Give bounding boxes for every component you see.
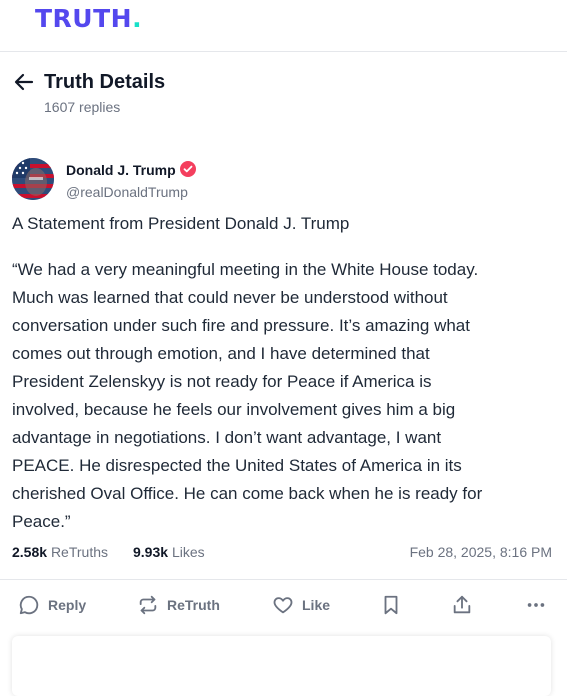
retruths-stat[interactable]: 2.58k ReTruths <box>12 542 108 562</box>
top-bar: TRUTH. <box>0 0 567 52</box>
share-button[interactable] <box>451 590 473 620</box>
divider <box>0 579 567 580</box>
bookmark-icon <box>384 595 398 615</box>
reply-button[interactable]: Reply <box>18 590 86 620</box>
post-title: A Statement from President Donald J. Tru… <box>12 214 350 233</box>
retruth-label: ReTruth <box>167 597 220 613</box>
post-body: “We had a very meaningful meeting in the… <box>12 260 483 531</box>
post-timestamp[interactable]: Feb 28, 2025, 8:16 PM <box>410 542 552 562</box>
share-icon <box>453 595 471 614</box>
author-name[interactable]: Donald J. Trump <box>66 161 176 179</box>
verified-badge-icon <box>180 161 196 177</box>
page-header: Truth Details 1607 replies <box>0 66 567 122</box>
replies-count: 1607 replies <box>44 99 121 115</box>
arrow-left-icon[interactable] <box>12 70 36 94</box>
likes-label: Likes <box>171 544 205 560</box>
post-actions: Reply ReTruth Like <box>0 590 567 620</box>
retruths-count: 2.58k <box>12 544 48 560</box>
heart-icon <box>273 597 293 614</box>
author-handle: @realDonaldTrump <box>66 184 188 200</box>
reply-label: Reply <box>48 597 87 613</box>
like-button[interactable]: Like <box>272 590 330 620</box>
truth-logo[interactable]: TRUTH. <box>35 4 142 34</box>
post-author: Donald J. Trump @realDonaldTrump <box>12 158 552 202</box>
retruth-icon <box>139 595 157 615</box>
page-title: Truth Details <box>44 71 166 93</box>
likes-count: 9.93k <box>133 544 169 560</box>
retruth-button[interactable]: ReTruth <box>137 590 220 620</box>
more-button[interactable] <box>525 590 547 620</box>
reply-card <box>12 636 551 696</box>
reply-icon <box>19 595 39 615</box>
more-icon <box>527 603 545 607</box>
likes-stat[interactable]: 9.93k Likes <box>133 542 205 562</box>
like-label: Like <box>302 597 331 613</box>
retruths-label: ReTruths <box>50 544 108 560</box>
post-stats: 2.58k ReTruths 9.93k Likes Feb 28, 2025,… <box>12 542 552 562</box>
avatar[interactable] <box>12 158 54 200</box>
bookmark-button[interactable] <box>380 590 402 620</box>
